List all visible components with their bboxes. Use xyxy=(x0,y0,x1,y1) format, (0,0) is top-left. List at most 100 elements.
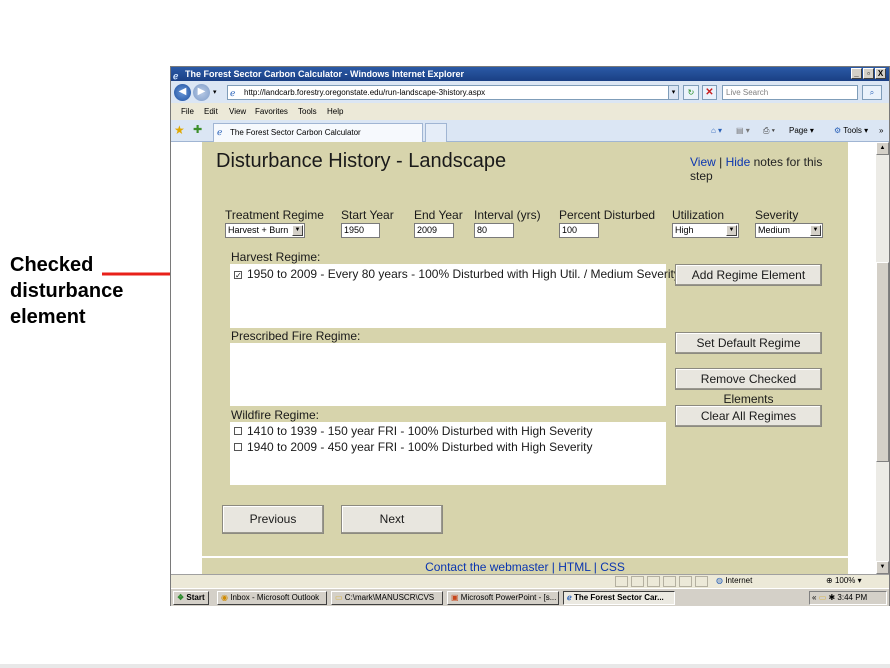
tools-menu-label: Tools ▾ xyxy=(843,126,869,135)
feeds-icon[interactable]: ▤ ▾ xyxy=(736,124,750,138)
list-item[interactable]: ✓ 1950 to 2009 - Every 80 years - 100% Di… xyxy=(234,267,680,281)
checkbox[interactable] xyxy=(234,427,242,435)
forward-button[interactable]: ▶ xyxy=(193,84,210,101)
chevron-down-icon: ▼ xyxy=(726,225,737,236)
list-item-text: 1950 to 2009 - Every 80 years - 100% Dis… xyxy=(247,267,680,281)
zoom-level: 100% xyxy=(834,576,856,585)
vertical-scrollbar[interactable]: ▲ ▼ xyxy=(876,142,889,574)
search-input[interactable]: Live Search xyxy=(722,85,858,100)
status-cell xyxy=(631,576,644,587)
taskbar-item-label: C:\mark\MANUSCR\CVS xyxy=(344,593,435,602)
ie-icon: ℯ xyxy=(217,127,223,137)
address-toolbar: ◀ ▶ ▾ ℯ http://landcarb.forestry.oregons… xyxy=(171,81,889,103)
chevron-down-icon: ▼ xyxy=(292,225,303,236)
window-title: The Forest Sector Carbon Calculator - Wi… xyxy=(185,69,464,79)
footer-links[interactable]: Contact the webmaster | HTML | CSS xyxy=(202,560,848,574)
percent-disturbed-label: Percent Disturbed xyxy=(559,208,656,222)
zone-label: Internet xyxy=(725,576,753,585)
taskbar-item-powerpoint[interactable]: ▣ Microsoft PowerPoint - [s... xyxy=(447,591,559,605)
checked-checkbox[interactable]: ✓ xyxy=(234,271,242,280)
more-chevron-icon[interactable]: » xyxy=(879,124,883,138)
start-year-input[interactable]: 1950 xyxy=(341,223,380,238)
interval-label: Interval (yrs) xyxy=(474,208,541,222)
slide-bottom-border xyxy=(0,664,890,668)
add-favorite-icon[interactable]: ✚ xyxy=(193,123,202,136)
home-icon[interactable]: ⌂ ▾ xyxy=(711,124,722,138)
security-zone: ◍ Internet xyxy=(716,575,752,587)
end-year-input[interactable]: 2009 xyxy=(414,223,454,238)
page-viewport: Disturbance History - Landscape View | H… xyxy=(171,142,876,574)
callout-line: element xyxy=(10,306,86,328)
interval-input[interactable]: 80 xyxy=(474,223,514,238)
end-year-label: End Year xyxy=(414,208,463,222)
harvest-regime-label: Harvest Regime: xyxy=(231,250,321,264)
tab-forest-carbon[interactable]: ℯ The Forest Sector Carbon Calculator xyxy=(213,123,423,142)
prescribed-fire-label: Prescribed Fire Regime: xyxy=(231,329,361,343)
close-button[interactable]: X xyxy=(875,68,886,79)
menu-view[interactable]: View xyxy=(229,103,246,120)
start-button[interactable]: ❖ Start xyxy=(173,591,209,605)
taskbar-item-folder[interactable]: ▭ C:\mark\MANUSCR\CVS xyxy=(331,591,443,605)
status-cell xyxy=(663,576,676,587)
new-tab-button[interactable] xyxy=(425,123,447,142)
notes-toggle: View | Hide notes for this step xyxy=(690,155,848,183)
minimize-button[interactable]: _ xyxy=(851,68,862,79)
tab-bar: ★ ✚ ℯ The Forest Sector Carbon Calculato… xyxy=(171,120,889,142)
menu-tools[interactable]: Tools xyxy=(298,103,317,120)
browser-window: ℯ The Forest Sector Carbon Calculator - … xyxy=(170,66,890,606)
title-bar: ℯ The Forest Sector Carbon Calculator - … xyxy=(171,67,889,81)
address-text: http://landcarb.forestry.oregonstate.edu… xyxy=(244,88,486,97)
search-icon[interactable]: ⌕ xyxy=(862,85,882,100)
page-menu-button[interactable]: Page ▾ xyxy=(789,124,814,138)
tab-label: The Forest Sector Carbon Calculator xyxy=(230,128,361,137)
menu-favorites[interactable]: Favorites xyxy=(255,103,288,120)
tray-folder-icon[interactable]: ▭ xyxy=(819,593,827,602)
status-cell xyxy=(679,576,692,587)
remove-checked-elements-button[interactable]: Remove Checked Elements xyxy=(675,368,822,406)
print-icon[interactable]: ⎙ ▾ xyxy=(763,124,775,138)
page-icon: ℯ xyxy=(230,88,236,98)
maximize-button[interactable]: ▫ xyxy=(863,68,874,79)
list-item[interactable]: 1940 to 2009 - 450 year FRI - 100% Distu… xyxy=(234,440,593,454)
add-regime-element-button[interactable]: Add Regime Element xyxy=(675,264,822,286)
previous-button[interactable]: Previous xyxy=(222,505,324,534)
stop-icon[interactable]: ✕ xyxy=(702,85,717,100)
menu-edit[interactable]: Edit xyxy=(204,103,218,120)
system-tray: « ▭ ✱ 3:44 PM xyxy=(809,591,887,605)
menu-help[interactable]: Help xyxy=(327,103,343,120)
zoom-control[interactable]: ⊕ 100% ▾ xyxy=(826,575,862,587)
tools-menu-button[interactable]: ⚙ Tools ▾ xyxy=(834,124,868,138)
status-bar: ◍ Internet ⊕ 100% ▾ xyxy=(171,574,889,588)
favorites-star-icon[interactable]: ★ xyxy=(174,123,185,137)
refresh-icon[interactable]: ↻ xyxy=(683,85,699,100)
back-button[interactable]: ◀ xyxy=(174,84,191,101)
view-notes-link[interactable]: View xyxy=(690,155,716,169)
severity-select[interactable]: Medium ▼ xyxy=(755,223,823,238)
next-button[interactable]: Next xyxy=(341,505,443,534)
taskbar-item-ie[interactable]: ℯ The Forest Sector Car... xyxy=(563,591,675,605)
treatment-regime-select[interactable]: Harvest + Burn ▼ xyxy=(225,223,305,238)
hide-notes-link[interactable]: Hide xyxy=(726,155,751,169)
set-default-regime-button[interactable]: Set Default Regime xyxy=(675,332,822,354)
utilization-select[interactable]: High ▼ xyxy=(672,223,739,238)
page-title: Disturbance History - Landscape xyxy=(216,150,507,172)
taskbar: ❖ Start ◉ Inbox - Microsoft Outlook ▭ C:… xyxy=(171,588,889,606)
utilization-label: Utilization xyxy=(672,208,725,222)
clear-all-regimes-button[interactable]: Clear All Regimes xyxy=(675,405,822,427)
tray-chevron-icon[interactable]: « xyxy=(812,593,816,602)
address-input[interactable]: ℯ http://landcarb.forestry.oregonstate.e… xyxy=(227,85,679,100)
wildfire-regime-list: 1410 to 1939 - 150 year FRI - 100% Distu… xyxy=(230,422,666,485)
menu-file[interactable]: File xyxy=(181,103,194,120)
taskbar-item-outlook[interactable]: ◉ Inbox - Microsoft Outlook xyxy=(217,591,327,605)
checkbox[interactable] xyxy=(234,443,242,451)
scroll-thumb[interactable] xyxy=(876,262,889,462)
prescribed-fire-list xyxy=(230,343,666,406)
address-dropdown-button[interactable]: ▾ xyxy=(668,85,679,100)
scroll-down-icon[interactable]: ▼ xyxy=(876,561,889,574)
history-dropdown-icon[interactable]: ▾ xyxy=(213,88,217,96)
tray-app-icon[interactable]: ✱ xyxy=(828,593,835,602)
percent-disturbed-input[interactable]: 100 xyxy=(559,223,599,238)
list-item[interactable]: 1410 to 1939 - 150 year FRI - 100% Distu… xyxy=(234,424,593,438)
menu-bar: File Edit View Favorites Tools Help xyxy=(171,103,889,120)
scroll-up-icon[interactable]: ▲ xyxy=(876,142,889,155)
